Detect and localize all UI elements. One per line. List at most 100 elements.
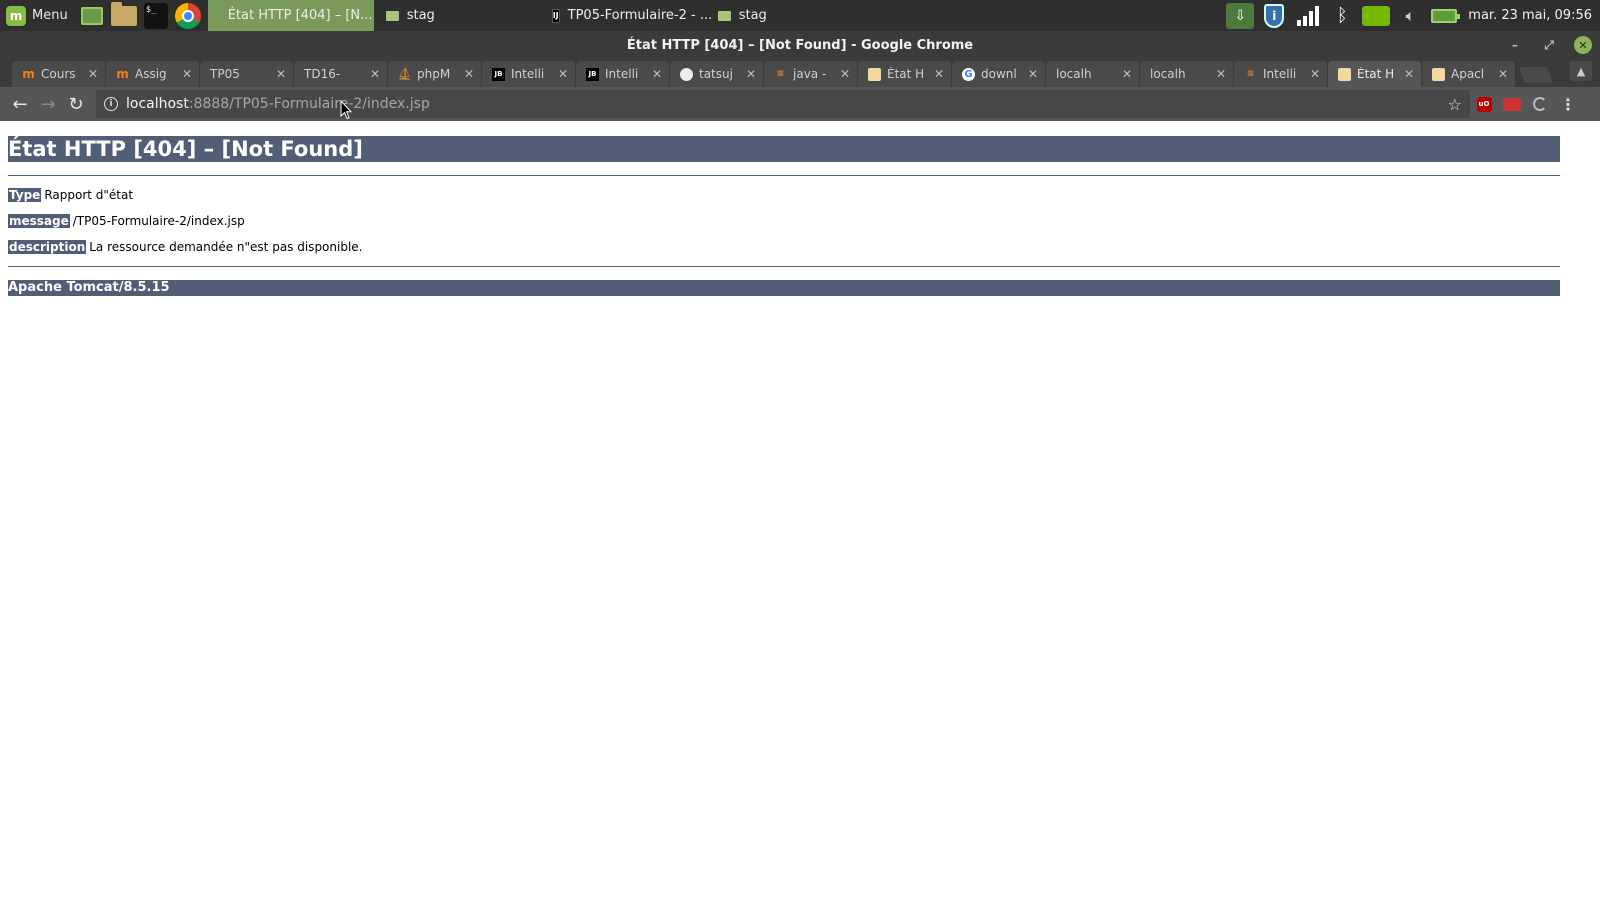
taskbar-window-label: État HTTP [404] – [N...	[227, 8, 373, 23]
tab-label: localh	[1056, 67, 1092, 81]
circle-icon	[1533, 97, 1547, 111]
tab-close-icon[interactable]: ✕	[87, 67, 99, 81]
ublock-extension[interactable]: uO	[1470, 90, 1498, 118]
site-info-icon[interactable]: i	[104, 97, 118, 111]
stackoverflow-icon: ≡	[776, 69, 785, 79]
new-tab-button[interactable]	[1519, 67, 1553, 83]
jetbrains-icon: JB	[586, 67, 599, 81]
tab-close-icon[interactable]: ✕	[1027, 67, 1039, 81]
back-button[interactable]: ←	[6, 90, 34, 118]
tab-java-so[interactable]: ≡ java - ✕	[764, 61, 857, 87]
google-icon: G	[962, 67, 975, 81]
tab-close-icon[interactable]: ✕	[651, 67, 663, 81]
chrome-icon	[174, 2, 201, 29]
page-content: État HTTP [404] – [Not Found] Type Rappo…	[0, 121, 1600, 900]
tab-label: Intelli	[1263, 67, 1297, 81]
tab-etat-http-active[interactable]: État H ✕	[1328, 61, 1421, 87]
tab-td16[interactable]: TD16- ✕	[294, 61, 387, 87]
taskbar-window-label: TP05-Formulaire-2 - ...	[567, 8, 713, 23]
tab-intellij-so[interactable]: ≡ Intelli ✕	[1234, 61, 1327, 87]
divider	[8, 175, 1560, 176]
tab-label: tatsuj	[699, 67, 733, 81]
tomato-extension[interactable]	[1498, 90, 1526, 118]
desktop-icon	[80, 6, 103, 25]
tab-google-download[interactable]: Gdownl ✕	[952, 61, 1045, 87]
tab-github[interactable]: tatsuj ✕	[670, 61, 763, 87]
tab-phpmyadmin[interactable]: ⛵︎ phpM ✕	[388, 61, 481, 87]
forward-arrow-icon: →	[40, 93, 56, 115]
linux-mint-icon: m	[6, 5, 26, 26]
tab-close-icon[interactable]: ✕	[839, 67, 851, 81]
clock[interactable]: mar. 23 mai, 09:56	[1468, 8, 1592, 23]
tab-close-icon[interactable]: ✕	[933, 67, 945, 81]
field-label: description	[8, 240, 87, 254]
forward-button[interactable]: →	[34, 90, 62, 118]
show-desktop-button[interactable]	[78, 2, 106, 30]
tab-label: Cours	[41, 67, 76, 81]
close-window-button[interactable]: ✕	[1574, 36, 1592, 54]
tab-localhost-2[interactable]: localh ✕	[1140, 61, 1233, 87]
tab-label: Intelli	[511, 67, 545, 81]
tab-close-icon[interactable]: ✕	[275, 67, 287, 81]
terminal-icon: $_	[143, 2, 168, 29]
tab-close-icon[interactable]: ✕	[745, 67, 757, 81]
tab-close-icon[interactable]: ✕	[1309, 67, 1321, 81]
kebab-menu-icon: ⋮	[1560, 94, 1576, 114]
tab-close-icon[interactable]: ✕	[463, 67, 475, 81]
server-footer: Apache Tomcat/8.5.15	[8, 280, 1560, 296]
tab-label: Assig	[135, 67, 167, 81]
taskbar-window-intellij[interactable]: IJ TP05-Formulaire-2 - ...	[540, 0, 712, 31]
taskbar-window-stag[interactable]: stag	[374, 0, 540, 31]
files-launcher[interactable]	[110, 1, 138, 30]
nvidia-icon[interactable]	[1362, 3, 1391, 29]
taskbar-window-label: stag	[738, 8, 767, 23]
tab-intellij-2[interactable]: JB Intelli ✕	[576, 61, 669, 87]
address-bar[interactable]: i localhost:8888/TP05-Formulaire-2/index…	[96, 90, 1470, 118]
update-manager-icon[interactable]: ⇩	[1226, 2, 1255, 29]
field-value: La ressource demandée n"est pas disponib…	[89, 240, 363, 254]
chrome-launcher[interactable]	[174, 2, 202, 30]
taskbar-window-chrome[interactable]: État HTTP [404] – [N...	[207, 0, 374, 31]
window-controls: – ⤢ ✕	[1506, 36, 1592, 54]
tab-close-icon[interactable]: ✕	[1497, 67, 1509, 81]
tab-label: phpM	[417, 67, 451, 81]
reload-button[interactable]: ↻	[62, 90, 90, 118]
url-text[interactable]: localhost:8888/TP05-Formulaire-2/index.j…	[126, 96, 430, 112]
volume-icon[interactable]: 🔈︎	[1396, 3, 1424, 29]
window-title-bar[interactable]: État HTTP [404] – [Not Found] - Google C…	[0, 31, 1600, 59]
jetbrains-icon: JB	[492, 67, 505, 81]
tab-apache[interactable]: Apacl ✕	[1422, 61, 1515, 87]
battery-icon[interactable]	[1430, 3, 1461, 29]
menu-label: Menu	[32, 8, 68, 23]
chrome-menu-button[interactable]: ⋮	[1554, 90, 1582, 118]
tab-close-icon[interactable]: ✕	[1403, 67, 1415, 81]
network-signal-icon[interactable]	[1294, 3, 1322, 29]
loading-extension[interactable]	[1526, 90, 1554, 118]
moodle-icon: m	[116, 67, 129, 81]
field-label: message	[8, 214, 70, 228]
tab-close-icon[interactable]: ✕	[557, 67, 569, 81]
tab-close-icon[interactable]: ✕	[1215, 67, 1227, 81]
maximize-button[interactable]: ⤢	[1540, 36, 1558, 54]
field-value: /TP05-Formulaire-2/index.jsp	[72, 214, 245, 228]
status-row-type: Type Rapport d"état	[8, 188, 1592, 202]
tab-etat-http-1[interactable]: État H ✕	[858, 61, 951, 87]
tab-localhost-1[interactable]: localh ✕	[1046, 61, 1139, 87]
divider	[8, 266, 1560, 267]
profile-icon[interactable]: ▲	[1570, 61, 1592, 81]
browser-toolbar: ← → ↻ i localhost:8888/TP05-Formulaire-2…	[0, 87, 1600, 121]
taskbar-window-stag-2[interactable]: stag	[706, 0, 872, 31]
terminal-launcher[interactable]: $_	[142, 2, 170, 30]
tab-intellij-1[interactable]: JB Intelli ✕	[482, 61, 575, 87]
tab-cours[interactable]: m Cours ✕	[12, 61, 105, 87]
bluetooth-icon[interactable]: ᛒ	[1328, 3, 1356, 29]
tab-close-icon[interactable]: ✕	[1121, 67, 1133, 81]
security-shield-icon[interactable]: i	[1260, 3, 1288, 29]
tab-close-icon[interactable]: ✕	[181, 67, 193, 81]
minimize-button[interactable]: –	[1506, 36, 1524, 54]
start-menu-button[interactable]: m Menu	[0, 0, 74, 31]
tab-tp05[interactable]: TP05 ✕	[200, 61, 293, 87]
tab-assign[interactable]: m Assig ✕	[106, 61, 199, 87]
bookmark-star-icon[interactable]: ☆	[1448, 95, 1462, 114]
tab-close-icon[interactable]: ✕	[369, 67, 381, 81]
